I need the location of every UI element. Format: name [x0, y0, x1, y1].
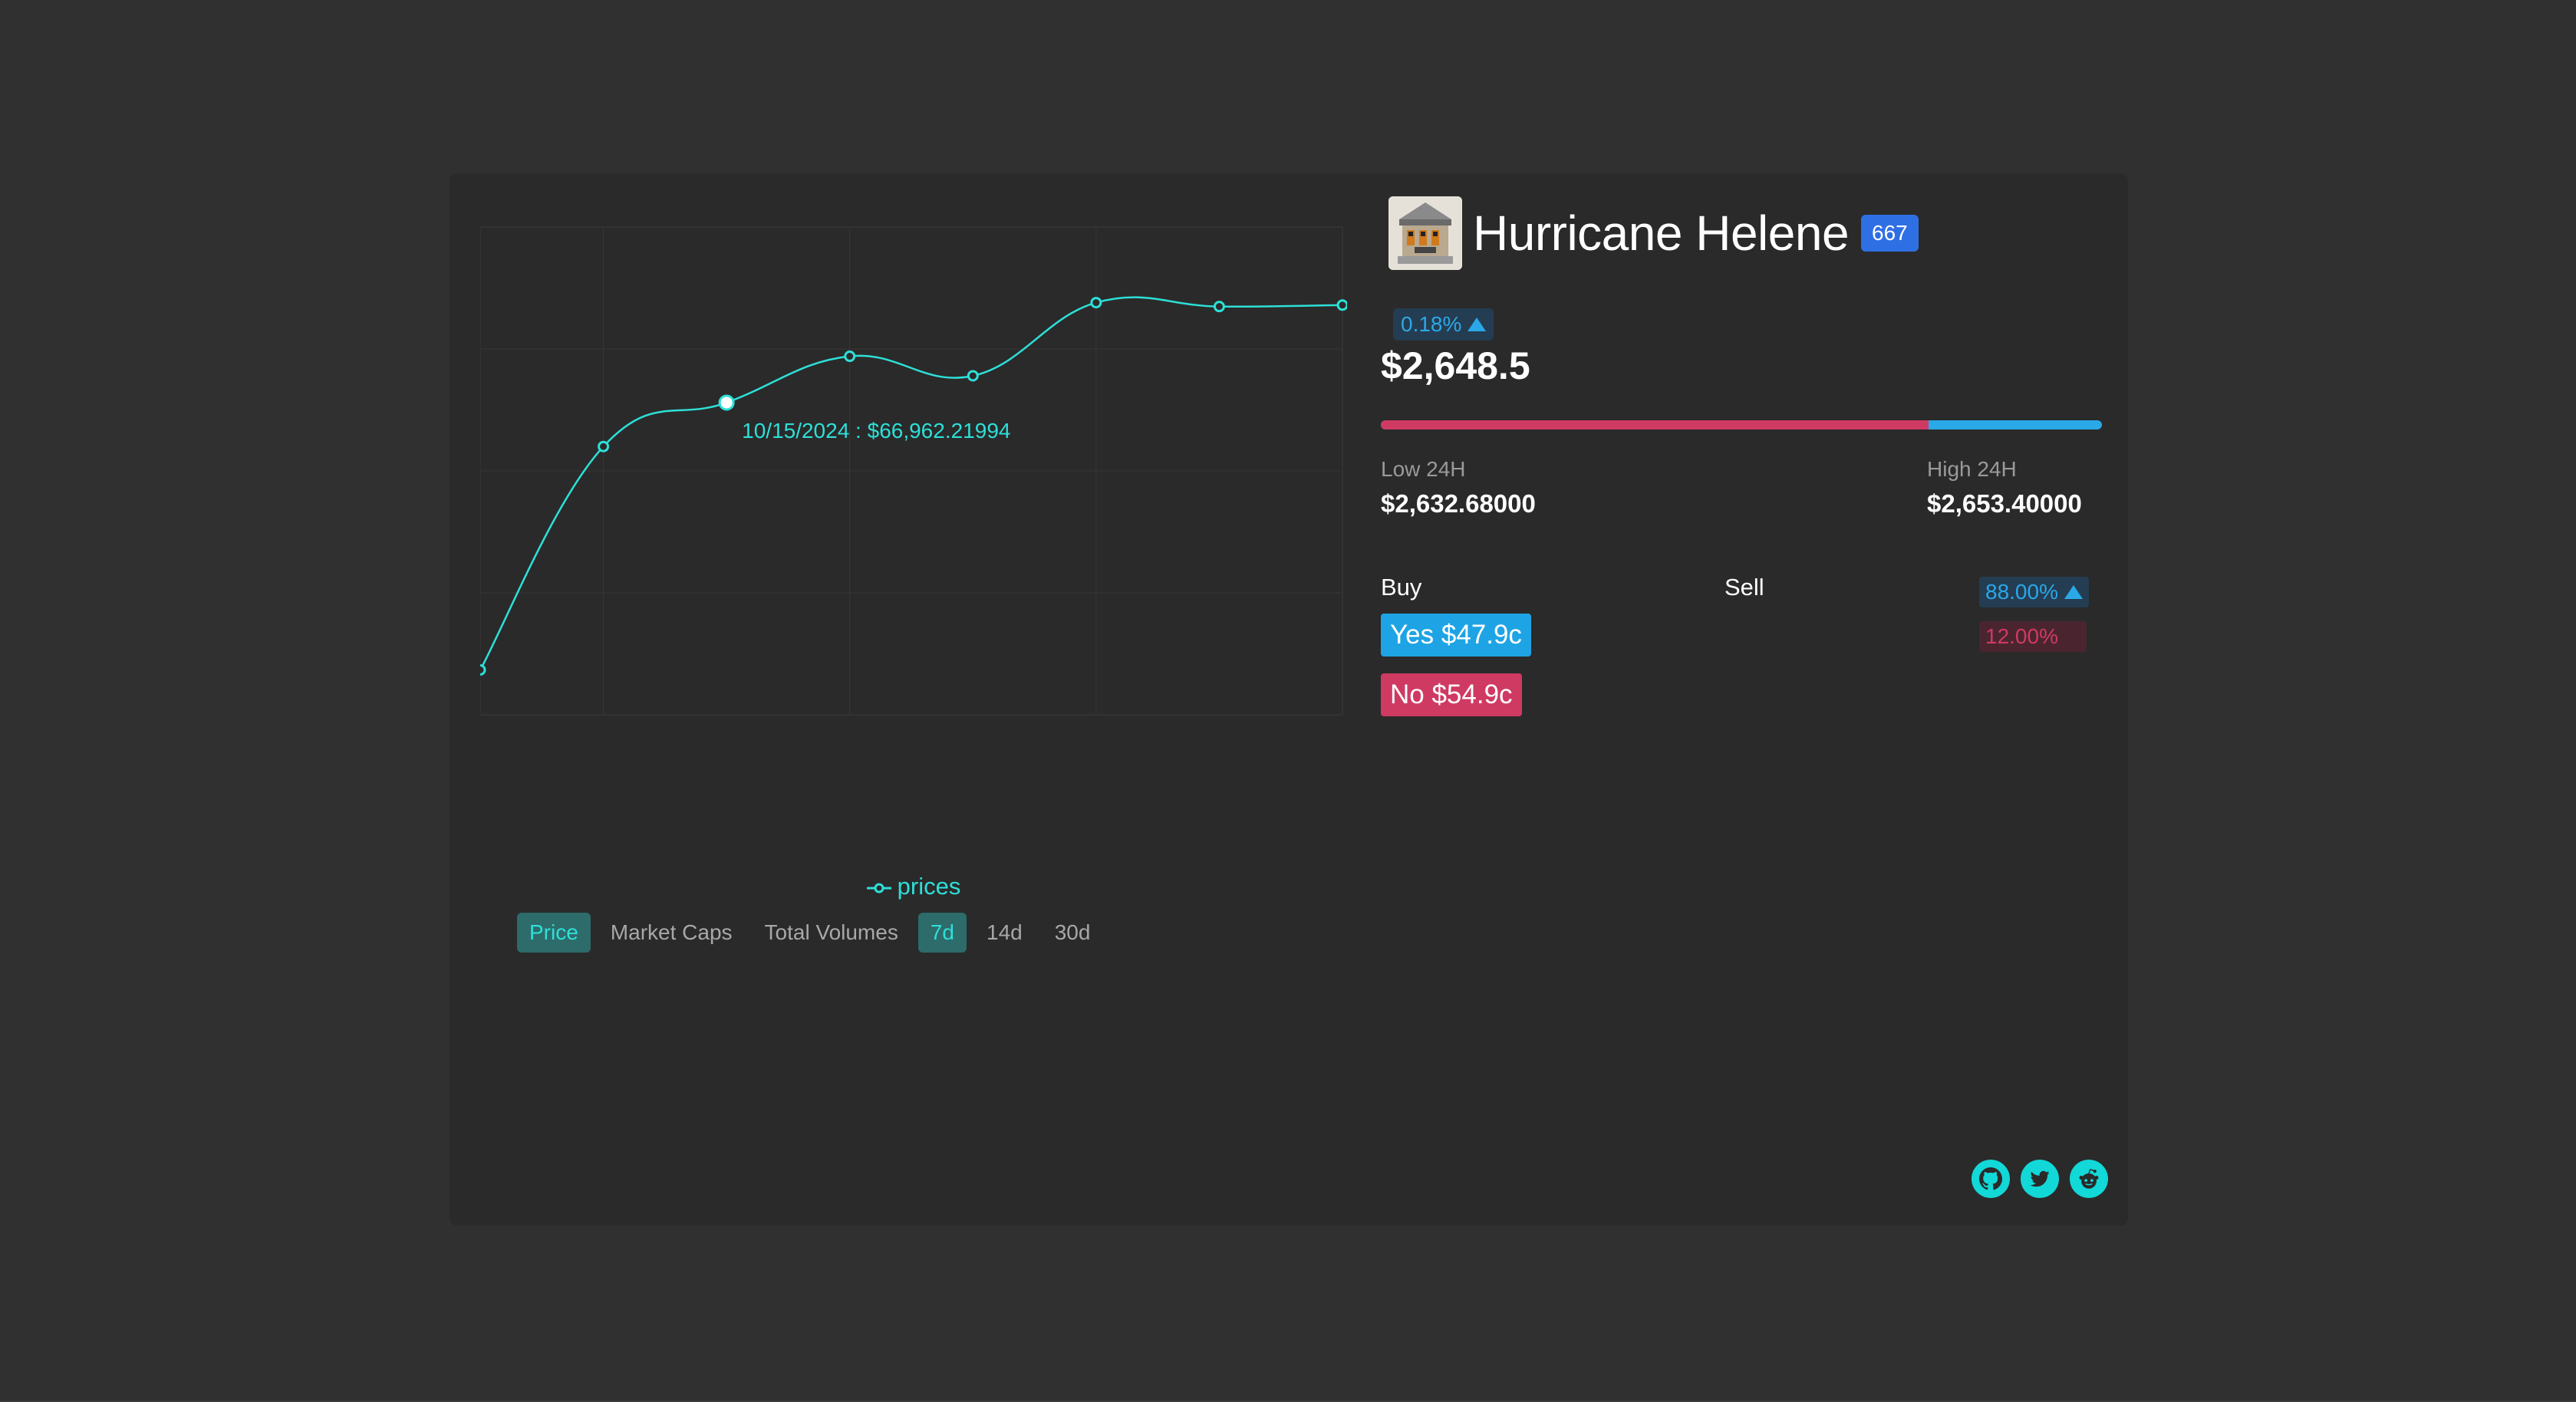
tab-14d[interactable]: 14d	[974, 913, 1035, 953]
chart-tabs: Price Market Caps Total Volumes 7d 14d 3…	[517, 913, 1102, 953]
yes-percentage: 88.00%	[1985, 580, 2058, 604]
buy-no-button[interactable]: No $54.9c	[1381, 673, 1522, 716]
social-links	[1972, 1160, 2108, 1198]
market-title: Hurricane Helene	[1473, 206, 1850, 261]
no-percentage: 12.00%	[1979, 621, 2087, 652]
change-pct: 0.18%	[1401, 312, 1462, 336]
high-24h-value: $2,653.40000	[1927, 489, 2082, 518]
market-info: Hurricane Helene 667 0.18% $2,648.5 Low …	[1381, 196, 2108, 1209]
tab-total-volumes[interactable]: Total Volumes	[753, 913, 911, 953]
yes-percentage-badge: 88.00%	[1979, 577, 2089, 607]
high-24h-label: High 24H	[1927, 457, 2017, 481]
price-point	[1090, 297, 1102, 309]
github-icon[interactable]	[1972, 1160, 2010, 1198]
price-chart: 10/15/2024 : $66,962.21994 prices Price …	[480, 204, 1347, 953]
current-price: $2,648.5	[1381, 344, 1530, 387]
price-line	[480, 296, 1343, 671]
price-point	[718, 394, 735, 411]
twitter-icon[interactable]	[2021, 1160, 2059, 1198]
market-avatar-icon	[1388, 196, 1462, 270]
price-point	[598, 440, 610, 453]
low-24h-label: Low 24H	[1381, 457, 1466, 481]
sell-label: Sell	[1724, 574, 1764, 601]
tab-price[interactable]: Price	[517, 913, 591, 953]
market-card: 10/15/2024 : $66,962.21994 prices Price …	[450, 173, 2128, 1226]
app-page: 10/15/2024 : $66,962.21994 prices Price …	[0, 0, 2576, 1402]
price-point	[480, 663, 486, 676]
buy-yes-button[interactable]: Yes $47.9c	[1381, 614, 1531, 657]
title-row: Hurricane Helene 667	[1381, 196, 1919, 270]
chart-tooltip: 10/15/2024 : $66,962.21994	[742, 419, 1010, 443]
price-point	[844, 350, 856, 363]
range-bar	[1381, 420, 2102, 429]
triangle-up-icon	[2064, 585, 2083, 599]
legend-label: prices	[897, 873, 961, 900]
chart-legend[interactable]: prices	[480, 873, 1347, 900]
low-24h-value: $2,632.68000	[1381, 489, 1536, 518]
change-badge: 0.18%	[1393, 308, 1494, 341]
tab-30d[interactable]: 30d	[1043, 913, 1103, 953]
buy-label: Buy	[1381, 574, 1422, 601]
chart-svg: 10/15/2024 : $66,962.21994	[480, 226, 1347, 716]
reddit-icon[interactable]	[2070, 1160, 2108, 1198]
legend-marker-icon	[866, 883, 891, 894]
price-point	[967, 370, 979, 382]
tab-7d[interactable]: 7d	[917, 913, 967, 953]
price-point	[1213, 301, 1225, 313]
price-point	[1336, 299, 1347, 311]
tab-market-caps[interactable]: Market Caps	[598, 913, 745, 953]
triangle-up-icon	[1468, 318, 1487, 331]
rank-badge: 667	[1861, 215, 1919, 252]
range-bar-fill	[1381, 420, 1929, 429]
